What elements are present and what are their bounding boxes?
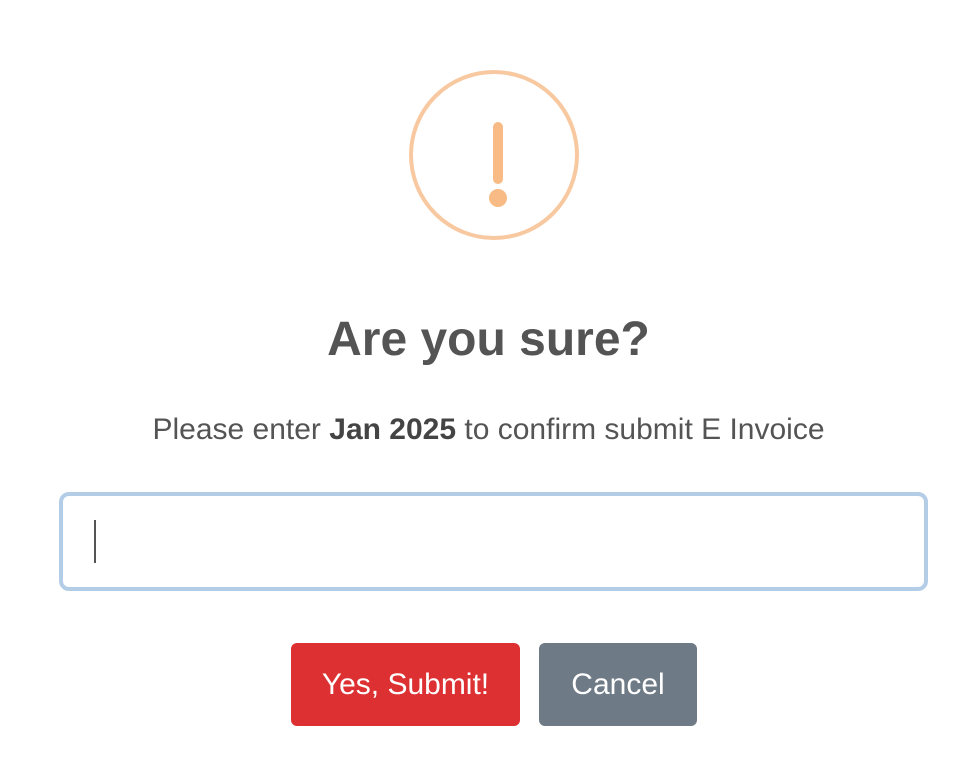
dialog-title: Are you sure?: [327, 313, 650, 366]
message-suffix: to confirm submit E Invoice: [456, 413, 825, 446]
dialog-message: Please enter Jan 2025 to confirm submit …: [0, 410, 977, 450]
confirmation-code: Jan 2025: [329, 413, 457, 446]
warning-exclamation-bar: [493, 122, 503, 184]
cancel-button[interactable]: Cancel: [539, 643, 697, 726]
warning-exclamation-dot: [489, 189, 507, 207]
text-caret: [94, 520, 96, 563]
message-prefix: Please enter: [152, 413, 330, 446]
confirmation-input[interactable]: [63, 496, 924, 587]
warning-icon: [409, 70, 579, 240]
confirmation-input-wrapper[interactable]: [59, 492, 928, 591]
submit-button[interactable]: Yes, Submit!: [291, 643, 520, 726]
confirmation-dialog: Are you sure? Please enter Jan 2025 to c…: [0, 0, 977, 769]
